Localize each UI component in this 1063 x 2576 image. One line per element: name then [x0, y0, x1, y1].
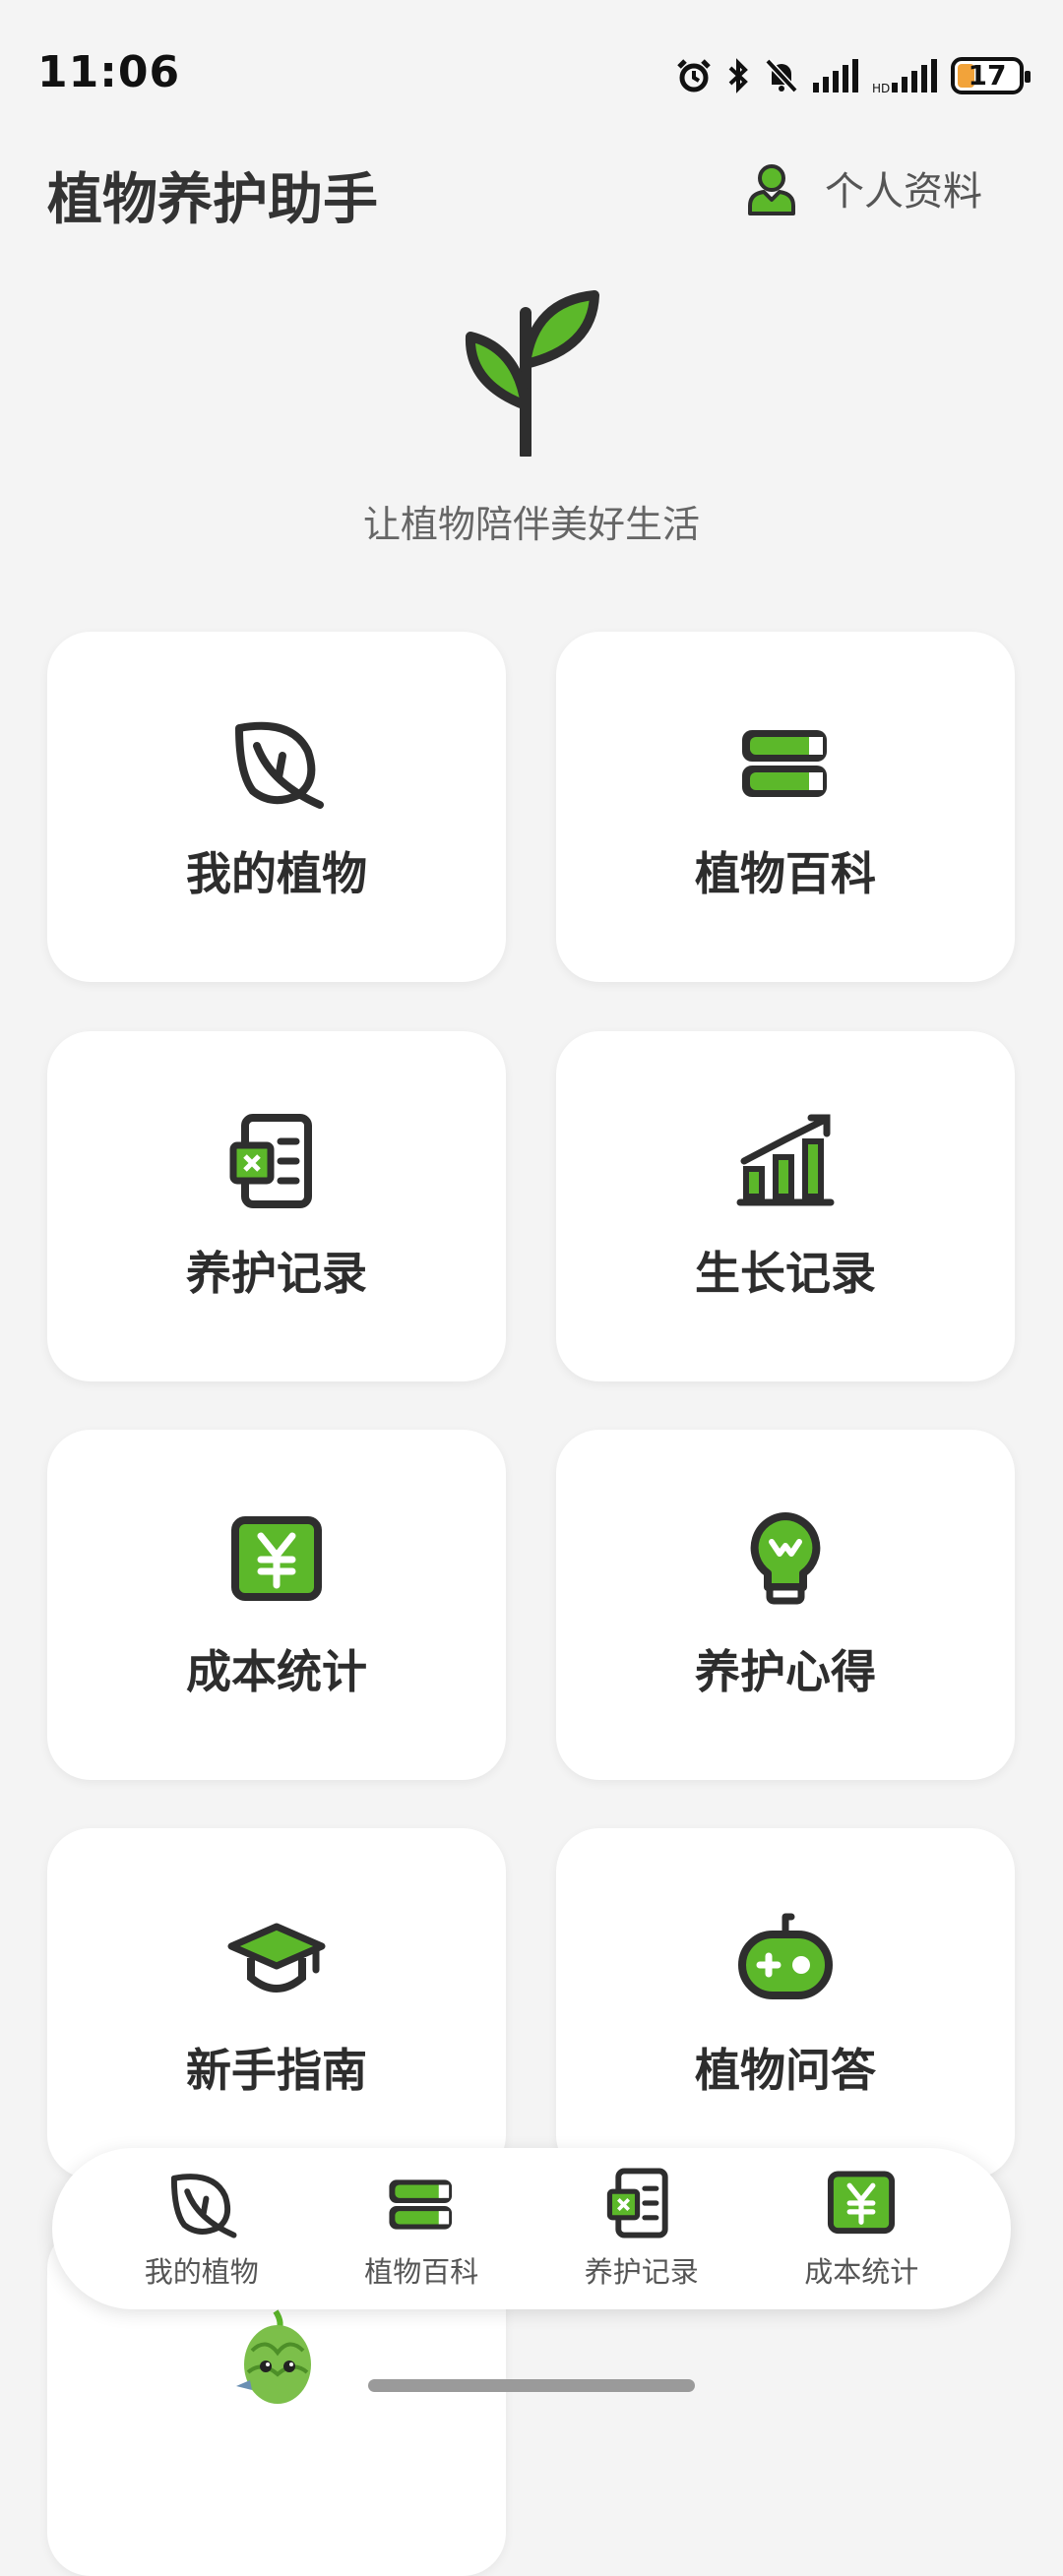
- card-label: 新手指南: [186, 2044, 367, 2097]
- status-icons: HD 17: [675, 51, 1031, 100]
- card-care-tips[interactable]: 养护心得: [556, 1430, 1015, 1780]
- sprout-logo-icon: [463, 287, 600, 460]
- profile-label: 个人资料: [825, 169, 982, 215]
- plant-mascot-icon: [226, 2307, 325, 2414]
- nav-item-plant-encyclopedia[interactable]: 植物百科: [323, 2167, 520, 2291]
- nav-label: 我的植物: [144, 2255, 259, 2289]
- alarm-icon: [677, 59, 711, 92]
- books-icon: [742, 730, 827, 797]
- nav-label: 成本统计: [804, 2255, 919, 2289]
- yuan-icon: [231, 1516, 322, 1601]
- bottom-nav: 我的植物 植物百科 养护记录 成本统计: [52, 2148, 1011, 2309]
- battery-indicator: 17: [951, 57, 1031, 94]
- leaf-icon: [235, 721, 324, 809]
- card-label: 养护心得: [695, 1645, 876, 1698]
- battery-level: 17: [968, 59, 1007, 92]
- slogan: 让植物陪伴美好生活: [362, 503, 700, 546]
- nav-label: 养护记录: [584, 2255, 699, 2289]
- care-record-icon: [229, 1114, 312, 1208]
- card-growth-records[interactable]: 生长记录: [556, 1031, 1015, 1381]
- books-icon: [389, 2179, 453, 2230]
- nav-item-my-plants[interactable]: 我的植物: [103, 2167, 300, 2291]
- card-label: 养护记录: [186, 1247, 367, 1300]
- card-my-plants[interactable]: 我的植物: [47, 632, 506, 982]
- bluetooth-icon: [728, 58, 748, 93]
- nav-label: 植物百科: [364, 2255, 479, 2289]
- card-plant-qa[interactable]: 植物问答: [556, 1828, 1015, 2178]
- status-time: 11:06: [37, 47, 181, 97]
- card-label: 植物百科: [695, 847, 876, 900]
- card-label: 我的植物: [186, 847, 367, 900]
- profile-button[interactable]: 个人资料: [744, 159, 982, 216]
- graduation-cap-icon: [227, 1923, 326, 1993]
- signal-icon-2: HD: [872, 59, 937, 92]
- card-plant-encyclopedia[interactable]: 植物百科: [556, 632, 1015, 982]
- card-label: 成本统计: [186, 1645, 367, 1698]
- card-care-records[interactable]: 养护记录: [47, 1031, 506, 1381]
- user-icon: [748, 164, 795, 215]
- growth-chart-icon: [736, 1114, 835, 1206]
- signal-icon: [813, 59, 858, 92]
- card-cost-stats[interactable]: 成本统计: [47, 1430, 506, 1780]
- card-beginner-guide[interactable]: 新手指南: [47, 1828, 506, 2178]
- nav-item-care-records[interactable]: 养护记录: [543, 2167, 740, 2291]
- yuan-icon: [828, 2171, 896, 2235]
- app-title: 植物养护助手: [47, 168, 378, 232]
- mute-bell-icon: [765, 58, 798, 93]
- card-label: 植物问答: [695, 2044, 876, 2097]
- leaf-icon: [170, 2174, 237, 2239]
- care-record-icon: [606, 2168, 668, 2239]
- gamepad-icon: [738, 1913, 833, 1999]
- lightbulb-icon: [750, 1512, 821, 1605]
- card-label: 生长记录: [695, 1247, 876, 1300]
- nav-item-cost-stats[interactable]: 成本统计: [763, 2167, 960, 2291]
- home-indicator[interactable]: [368, 2379, 695, 2392]
- svg-text:HD: HD: [872, 82, 890, 92]
- status-bar: 11:06 HD 17: [0, 0, 1063, 148]
